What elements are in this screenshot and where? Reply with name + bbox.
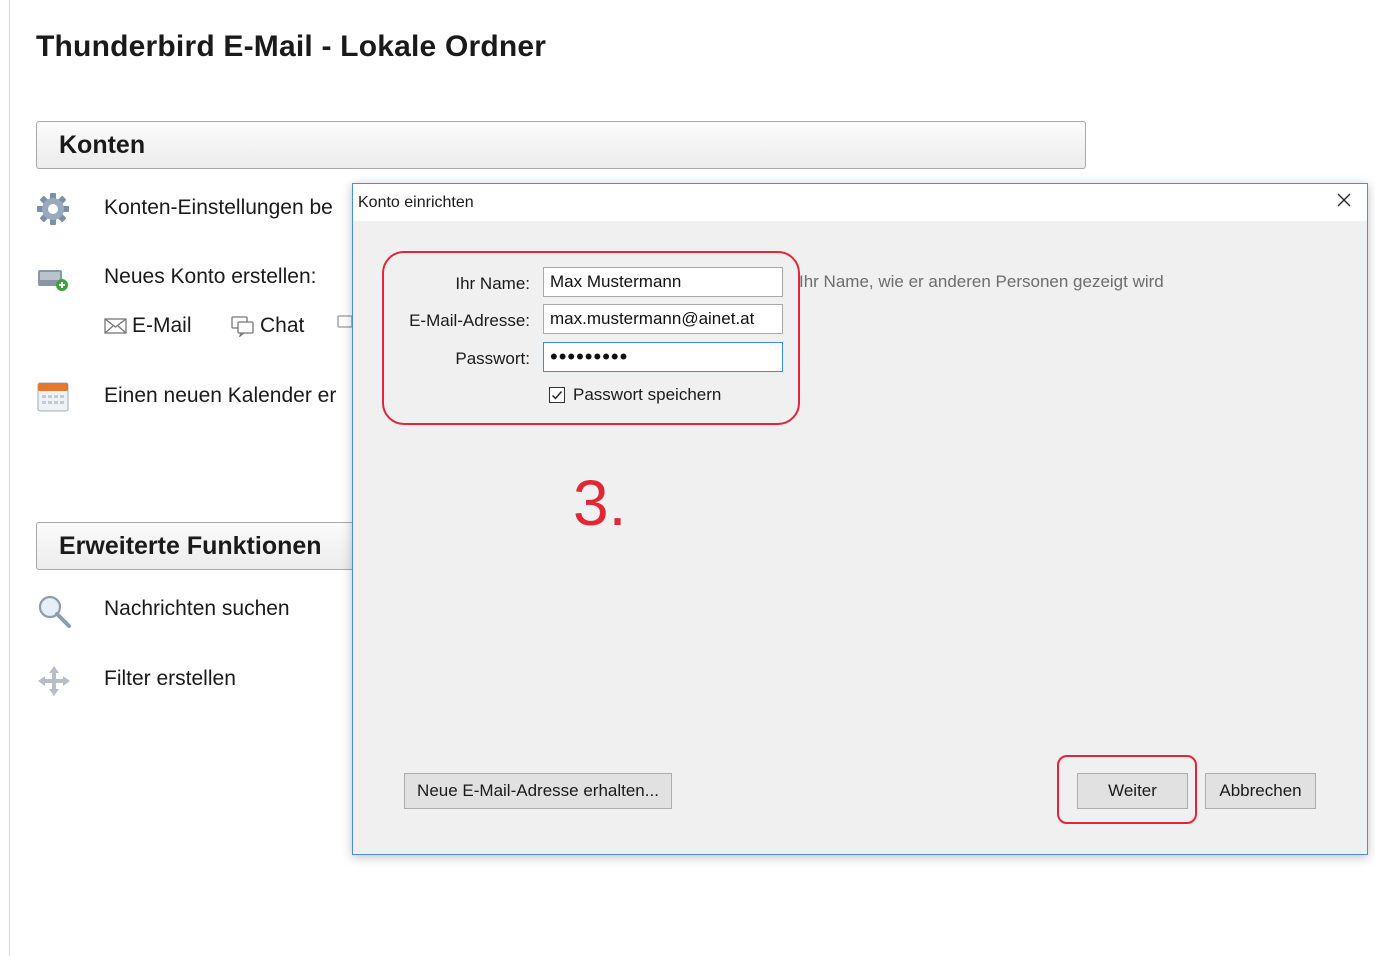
close-icon <box>1337 193 1351 212</box>
new-account-icon <box>36 262 70 296</box>
chat-icon <box>230 315 256 337</box>
search-messages-link[interactable]: Nachrichten suchen <box>104 597 290 621</box>
new-email-account-label: E-Mail <box>132 314 192 337</box>
new-chat-account-label: Chat <box>260 314 305 337</box>
close-button[interactable] <box>1321 184 1367 221</box>
new-chat-account-link[interactable]: Chat <box>230 314 304 338</box>
create-filter-link[interactable]: Filter erstellen <box>104 667 236 691</box>
left-border <box>9 0 10 956</box>
annotation-highlight-fields <box>382 251 800 425</box>
page-title: Thunderbird E-Mail - Lokale Ordner <box>36 30 547 63</box>
new-calendar-link[interactable]: Einen neuen Kalender er <box>104 384 336 408</box>
name-hint: Ihr Name, wie er anderen Personen gezeig… <box>799 272 1164 291</box>
annotation-highlight-next <box>1057 755 1197 824</box>
search-icon <box>36 593 71 628</box>
new-address-button[interactable]: Neue E-Mail-Adresse erhalten... <box>404 773 672 809</box>
accounts-section-header: Konten <box>36 121 1086 169</box>
annotation-step-number: 3. <box>573 467 627 539</box>
dialog-title: Konto einrichten <box>358 194 474 211</box>
gear-icon <box>36 192 70 226</box>
envelope-icon <box>104 317 128 335</box>
dialog-titlebar: Konto einrichten <box>353 184 1367 221</box>
account-setup-dialog: Konto einrichten Ihr Name: Ihr Name, wie… <box>352 183 1368 855</box>
cancel-button[interactable]: Abbrechen <box>1205 773 1316 809</box>
calendar-icon <box>36 380 70 414</box>
new-email-account-link[interactable]: E-Mail <box>104 314 192 338</box>
filter-icon <box>36 663 70 697</box>
accounts-settings-link[interactable]: Konten-Einstellungen be <box>104 196 333 220</box>
new-account-label: Neues Konto erstellen: <box>104 265 317 288</box>
